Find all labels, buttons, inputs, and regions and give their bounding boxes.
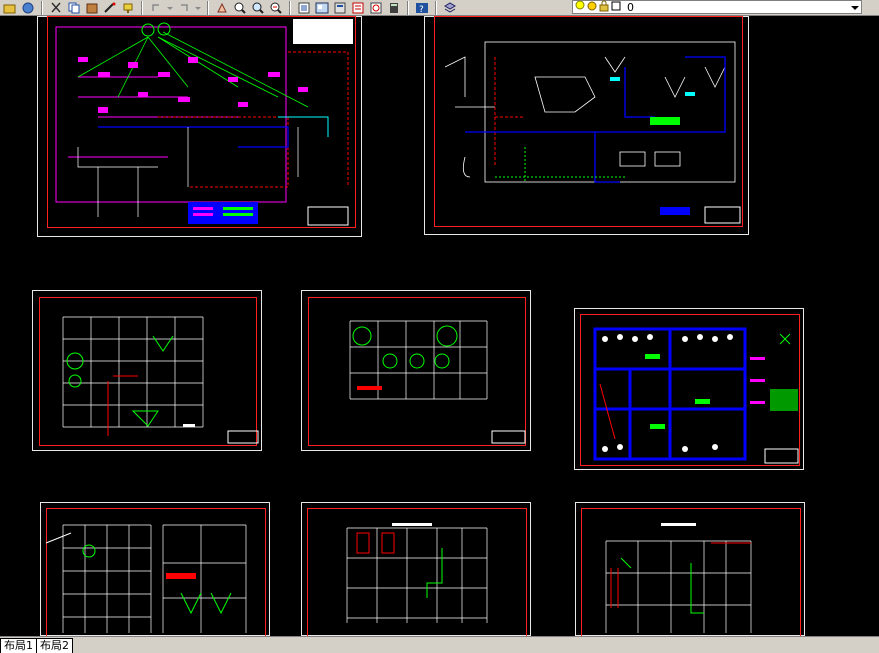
pan-icon[interactable] — [214, 1, 230, 15]
toolbar-separator — [435, 0, 437, 15]
properties-icon[interactable] — [296, 1, 312, 15]
drawing-sheet-5[interactable] — [574, 308, 804, 470]
zoom-window-icon[interactable] — [250, 1, 266, 15]
zoom-previous-icon[interactable] — [268, 1, 284, 15]
chevron-down-icon[interactable] — [166, 1, 174, 15]
toolbar-separator — [407, 0, 409, 15]
process-flow-drawing — [55, 19, 353, 226]
elevation-drawing — [62, 316, 259, 444]
floor-plan-drawing — [605, 523, 752, 633]
drawing-sheet-1[interactable] — [37, 16, 362, 237]
open-icon[interactable] — [2, 1, 18, 15]
model-space-canvas[interactable] — [0, 16, 879, 637]
drawing-sheet-8[interactable] — [575, 502, 805, 637]
paste-icon[interactable] — [84, 1, 100, 15]
cut-icon[interactable] — [48, 1, 64, 15]
drawing-sheet-7[interactable] — [301, 502, 531, 637]
layer-dropdown[interactable]: 0 — [572, 0, 862, 14]
zoom-realtime-icon[interactable] — [232, 1, 248, 15]
toolbar-separator — [141, 0, 143, 15]
layer-manager-icon[interactable] — [442, 1, 458, 15]
tab-layout2[interactable]: 布局2 — [36, 638, 73, 653]
lightbulb-icon[interactable] — [575, 0, 585, 15]
layout-tabs-bar: 布局1 布局2 — [0, 636, 879, 653]
toolpalette-icon[interactable] — [332, 1, 348, 15]
tab-layout1[interactable]: 布局1 — [0, 638, 37, 653]
markup-icon[interactable] — [368, 1, 384, 15]
floor-plan-drawing — [346, 523, 488, 623]
process-flow-drawing — [444, 41, 741, 224]
toolbar-separator — [289, 0, 291, 15]
brush-icon[interactable] — [120, 1, 136, 15]
plot-icon[interactable] — [20, 1, 36, 15]
elevation-drawing — [45, 524, 247, 633]
layer-name: 0 — [627, 0, 634, 14]
sheetset-icon[interactable] — [350, 1, 366, 15]
floor-plan-drawing — [349, 320, 526, 444]
undo-icon[interactable] — [148, 1, 164, 15]
drawing-sheet-4[interactable] — [301, 290, 531, 451]
site-plan-drawing — [593, 327, 799, 464]
chevron-down-icon[interactable] — [194, 1, 202, 15]
redo-icon[interactable] — [176, 1, 192, 15]
designcenter-icon[interactable] — [314, 1, 330, 15]
chevron-down-icon[interactable] — [851, 1, 859, 16]
help-icon[interactable]: ? — [414, 1, 430, 15]
matchprop-icon[interactable] — [102, 1, 118, 15]
drawing-sheet-6[interactable] — [40, 502, 270, 637]
drawing-sheet-2[interactable] — [424, 16, 749, 235]
lock-icon[interactable] — [599, 0, 609, 15]
toolbar-separator — [41, 0, 43, 15]
color-swatch-icon[interactable] — [611, 0, 621, 15]
sun-icon[interactable] — [587, 0, 597, 15]
toolbar-separator — [207, 0, 209, 15]
svg-text:?: ? — [419, 5, 424, 14]
drawing-sheet-3[interactable] — [32, 290, 262, 451]
calculator-icon[interactable] — [386, 1, 402, 15]
copy-icon[interactable] — [66, 1, 82, 15]
